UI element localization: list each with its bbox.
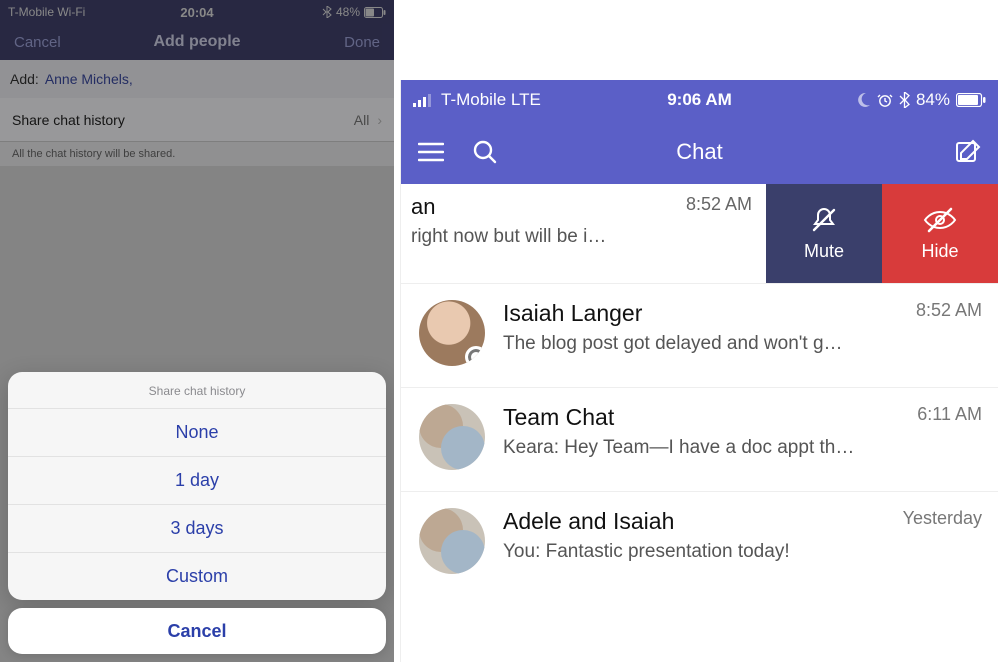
chat-row[interactable]: Yesterday Adele and Isaiah You: Fantasti… — [401, 492, 998, 596]
avatar — [419, 300, 485, 366]
chat-time: 8:52 AM — [916, 300, 982, 321]
chat-name: Isaiah Langer — [503, 300, 642, 326]
action-sheet-cancel[interactable]: Cancel — [8, 608, 386, 654]
chat-name: Team Chat — [503, 404, 614, 430]
status-bar: T-Mobile LTE 9:06 AM 84% — [401, 80, 998, 120]
chat-row-content[interactable]: an 8:52 AM right now but will be i… — [401, 184, 766, 283]
action-sheet-option-none[interactable]: None — [8, 409, 386, 457]
chat-row-swiped[interactable]: an 8:52 AM right now but will be i… Mute… — [401, 184, 998, 284]
chat-preview: The blog post got delayed and won't g… — [503, 333, 982, 355]
clock: 9:06 AM — [401, 90, 998, 110]
chat-time: 6:11 AM — [917, 404, 982, 425]
page-title: Chat — [401, 139, 998, 165]
avatar-group — [419, 508, 485, 574]
swipe-action-mute[interactable]: Mute — [766, 184, 882, 283]
right-phone-screen: T-Mobile LTE 9:06 AM 84% — [400, 80, 998, 662]
action-sheet-option-custom[interactable]: Custom — [8, 553, 386, 600]
action-sheet-option-3days[interactable]: 3 days — [8, 505, 386, 553]
chat-preview: right now but will be i… — [411, 226, 752, 248]
hide-icon — [923, 205, 957, 235]
chat-name: Adele and Isaiah — [503, 508, 674, 534]
swipe-action-hide[interactable]: Hide — [882, 184, 998, 283]
action-sheet-option-1day[interactable]: 1 day — [8, 457, 386, 505]
left-phone-screen: T-Mobile Wi-Fi 20:04 48% Cancel Add peop… — [0, 0, 394, 662]
avatar-group — [419, 404, 485, 470]
hide-label: Hide — [921, 241, 958, 262]
mute-label: Mute — [804, 241, 844, 262]
chat-preview: You: Fantastic presentation today! — [503, 541, 982, 563]
chat-row[interactable]: 8:52 AM Isaiah Langer The blog post got … — [401, 284, 998, 388]
chat-preview: Keara: Hey Team—I have a doc appt th… — [503, 437, 982, 459]
chat-time: 8:52 AM — [686, 194, 752, 215]
presence-indicator — [465, 346, 485, 366]
action-sheet-title: Share chat history — [8, 372, 386, 409]
action-sheet: Share chat history None 1 day 3 days Cus… — [8, 372, 386, 600]
chat-row[interactable]: 6:11 AM Team Chat Keara: Hey Team—I have… — [401, 388, 998, 492]
chat-time: Yesterday — [903, 508, 982, 529]
mute-icon — [809, 205, 839, 235]
chat-top-bar: Chat — [401, 120, 998, 184]
